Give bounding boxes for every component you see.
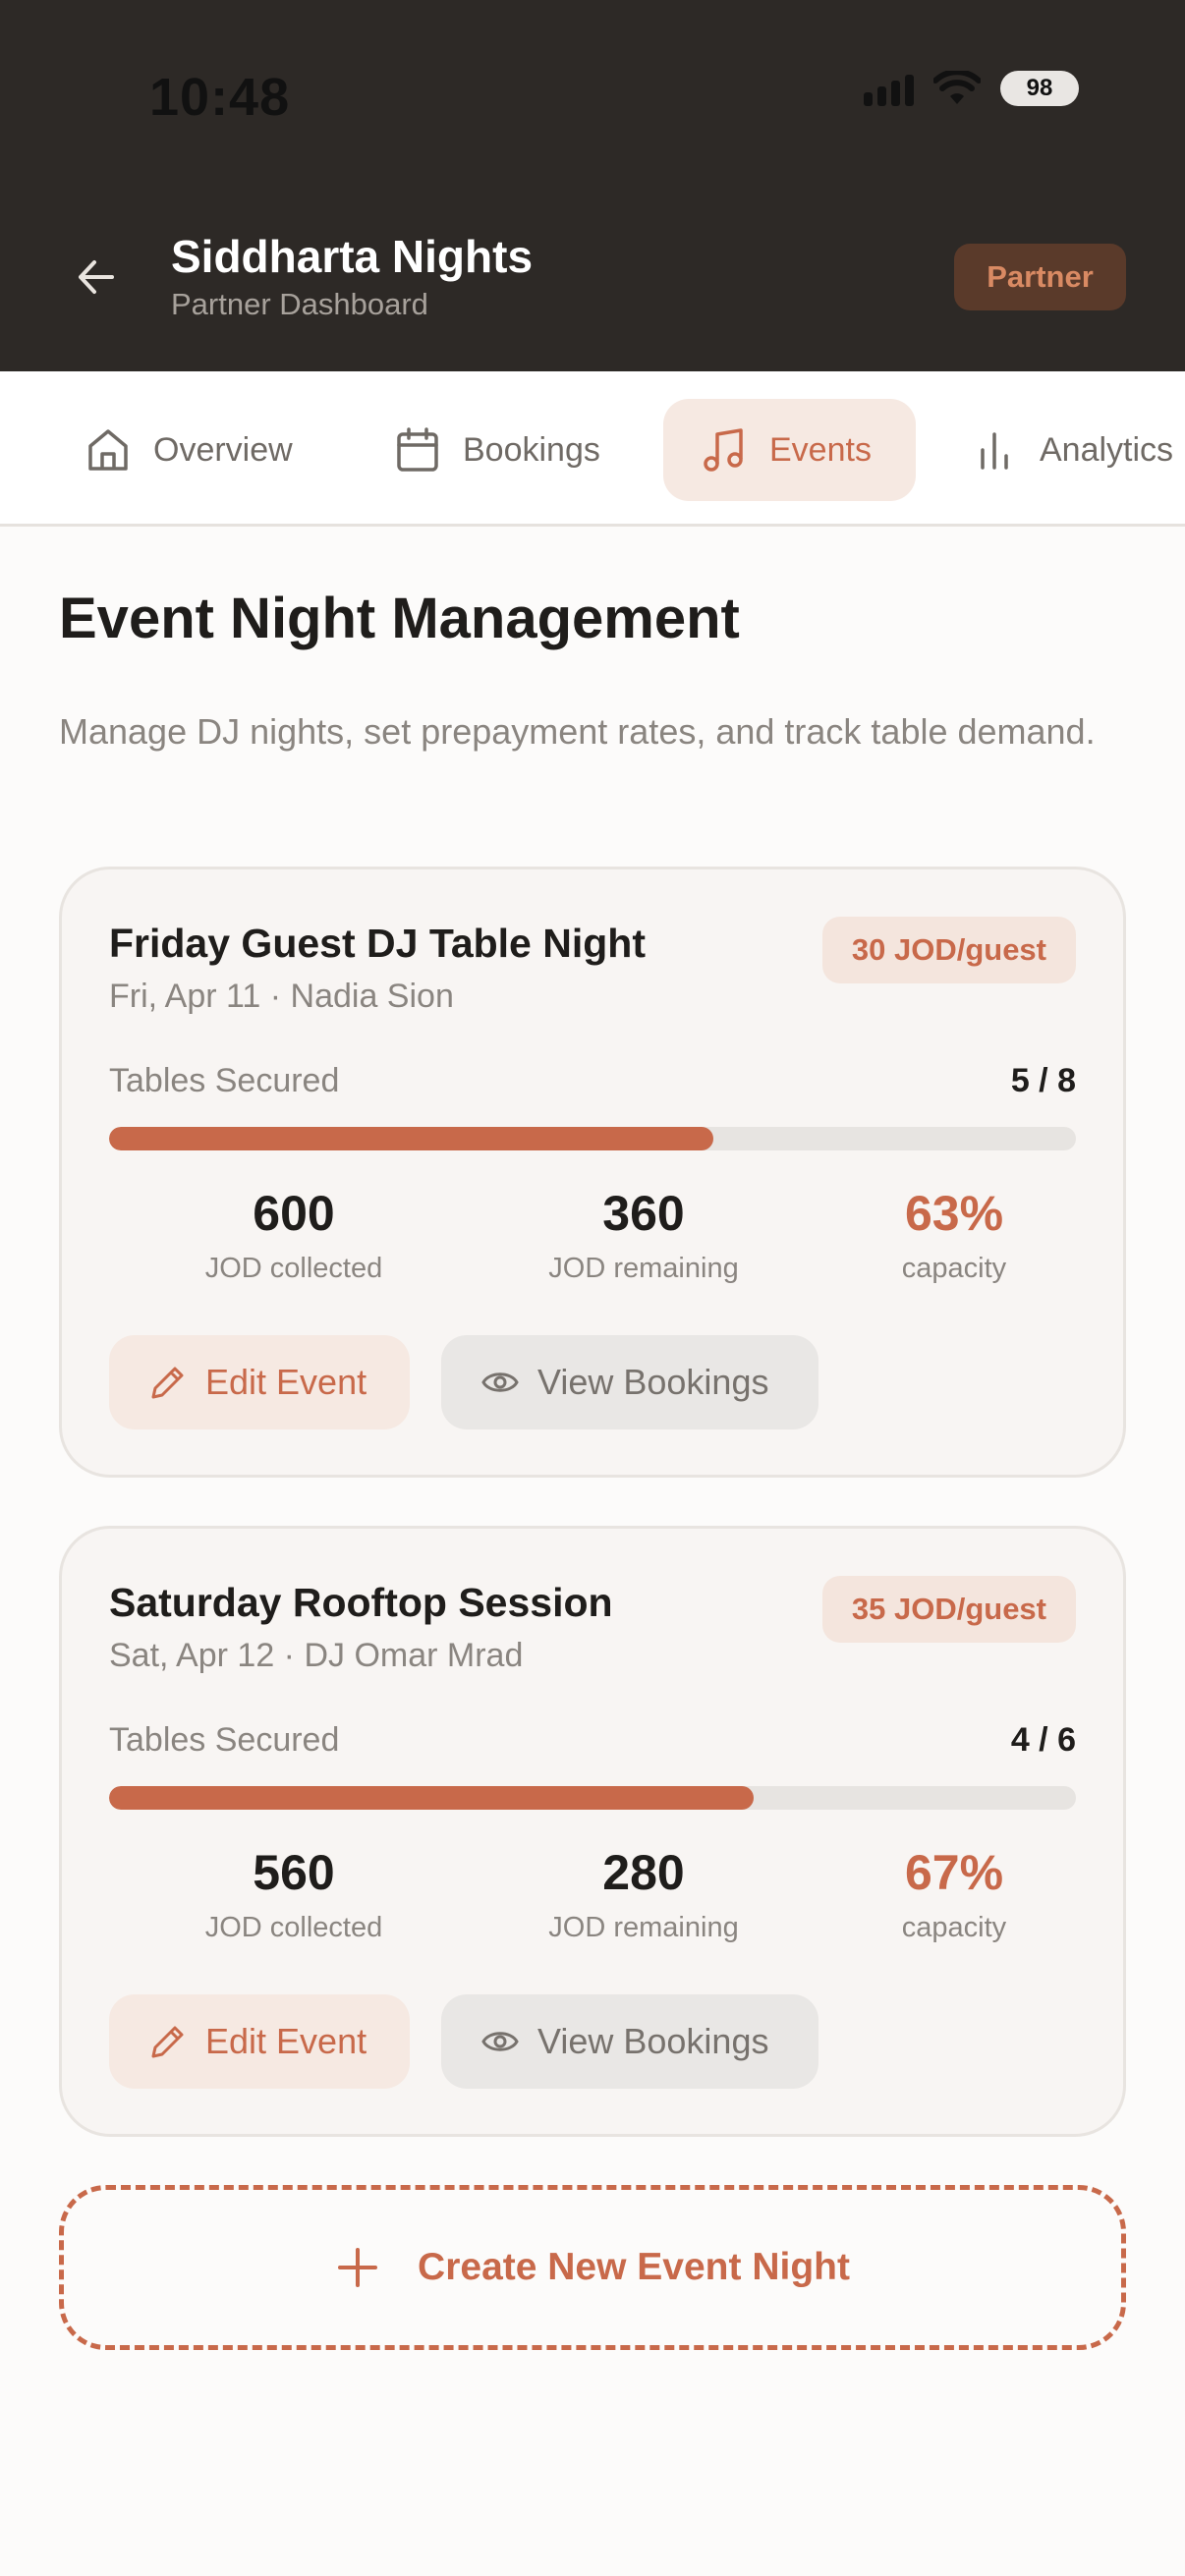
stat-value: 63% bbox=[904, 1186, 1004, 1241]
button-label: Create New Event Night bbox=[418, 2246, 850, 2288]
create-event-button[interactable]: Create New Event Night bbox=[59, 2185, 1126, 2350]
stat-value: 67% bbox=[904, 1845, 1004, 1900]
tab-bar: Overview Bookings Events Analytics bbox=[0, 371, 1185, 527]
dashboard-subtitle: Partner Dashboard bbox=[171, 287, 428, 321]
tab-events[interactable]: Events bbox=[663, 399, 916, 501]
tables-count: 5 / 8 bbox=[1010, 1062, 1076, 1099]
event-meta: Sat, Apr 12 · DJ Omar Mrad bbox=[109, 1637, 524, 1674]
venue-title: Siddharta Nights bbox=[171, 231, 534, 282]
stat-capacity: 63% capacity bbox=[797, 1184, 1111, 1285]
page-description: Manage DJ nights, set prepayment rates, … bbox=[59, 711, 1096, 752]
price-badge: 30 JOD/guest bbox=[821, 917, 1076, 983]
button-label: Edit Event bbox=[205, 2021, 367, 2061]
tab-label: Bookings bbox=[463, 430, 600, 469]
tab-analytics[interactable]: Analytics bbox=[947, 399, 1185, 501]
wifi-icon bbox=[933, 71, 981, 104]
status-icons: 98 bbox=[864, 71, 1079, 106]
app-header: 10:48 98 Siddharta Nights Partner Dashbo… bbox=[0, 0, 1185, 371]
tab-overview[interactable]: Overview bbox=[61, 399, 314, 501]
pencil-icon bbox=[151, 1367, 184, 1399]
home-icon bbox=[88, 429, 128, 471]
view-bookings-button[interactable]: View Bookings bbox=[441, 1335, 818, 1429]
tab-label: Events bbox=[769, 430, 872, 469]
stat-value: 600 bbox=[253, 1186, 335, 1241]
event-card: Saturday Rooftop Session Sat, Apr 12 · D… bbox=[59, 1526, 1126, 2137]
progress-fill bbox=[109, 1786, 755, 1810]
stat-remaining: 280 JOD remaining bbox=[486, 1843, 801, 1944]
event-meta: Fri, Apr 11 · Nadia Sion bbox=[109, 978, 454, 1015]
tables-count: 4 / 6 bbox=[1010, 1721, 1076, 1759]
progress-fill bbox=[109, 1127, 713, 1150]
battery-indicator: 98 bbox=[1000, 71, 1079, 106]
stat-collected: 600 JOD collected bbox=[137, 1184, 451, 1285]
stat-remaining: 360 JOD remaining bbox=[486, 1184, 801, 1285]
button-label: View Bookings bbox=[537, 2021, 769, 2061]
event-title: Friday Guest DJ Table Night bbox=[109, 921, 646, 966]
stat-label: JOD remaining bbox=[548, 1912, 739, 1943]
edit-event-button[interactable]: Edit Event bbox=[109, 1335, 410, 1429]
event-title: Saturday Rooftop Session bbox=[109, 1580, 613, 1625]
bar-chart-icon bbox=[981, 432, 1008, 470]
eye-icon bbox=[481, 2032, 519, 2051]
eye-icon bbox=[481, 1372, 519, 1392]
tables-label: Tables Secured bbox=[109, 1062, 340, 1099]
status-time: 10:48 bbox=[149, 68, 291, 127]
stat-value: 280 bbox=[602, 1845, 685, 1900]
button-label: View Bookings bbox=[537, 1362, 769, 1402]
tab-label: Analytics bbox=[1040, 430, 1174, 469]
calendar-icon bbox=[397, 427, 438, 472]
tables-label: Tables Secured bbox=[109, 1721, 340, 1759]
stat-collected: 560 JOD collected bbox=[137, 1843, 451, 1944]
tab-label: Overview bbox=[153, 430, 293, 469]
view-bookings-button[interactable]: View Bookings bbox=[441, 1994, 818, 2089]
edit-event-button[interactable]: Edit Event bbox=[109, 1994, 410, 2089]
tab-bookings[interactable]: Bookings bbox=[370, 399, 622, 501]
tables-progress-bar bbox=[109, 1786, 1076, 1810]
event-card: Friday Guest DJ Table Night Fri, Apr 11 … bbox=[59, 867, 1126, 1478]
signal-icon bbox=[864, 71, 914, 106]
stat-label: JOD remaining bbox=[548, 1253, 739, 1284]
stat-label: JOD collected bbox=[204, 1912, 383, 1943]
tables-progress-bar bbox=[109, 1127, 1076, 1150]
stat-label: capacity bbox=[901, 1253, 1007, 1284]
partner-badge: Partner bbox=[954, 244, 1126, 310]
pencil-icon bbox=[151, 2026, 184, 2058]
stat-label: capacity bbox=[901, 1912, 1007, 1943]
stat-value: 560 bbox=[253, 1845, 335, 1900]
stat-label: JOD collected bbox=[204, 1253, 383, 1284]
stat-capacity: 67% capacity bbox=[797, 1843, 1111, 1944]
back-arrow-icon[interactable] bbox=[71, 252, 122, 303]
plus-icon bbox=[338, 2248, 378, 2287]
page-title: Event Night Management bbox=[59, 587, 740, 650]
button-label: Edit Event bbox=[205, 1362, 367, 1402]
price-badge: 35 JOD/guest bbox=[821, 1576, 1076, 1643]
music-note-icon bbox=[704, 428, 743, 472]
stat-value: 360 bbox=[602, 1186, 685, 1241]
